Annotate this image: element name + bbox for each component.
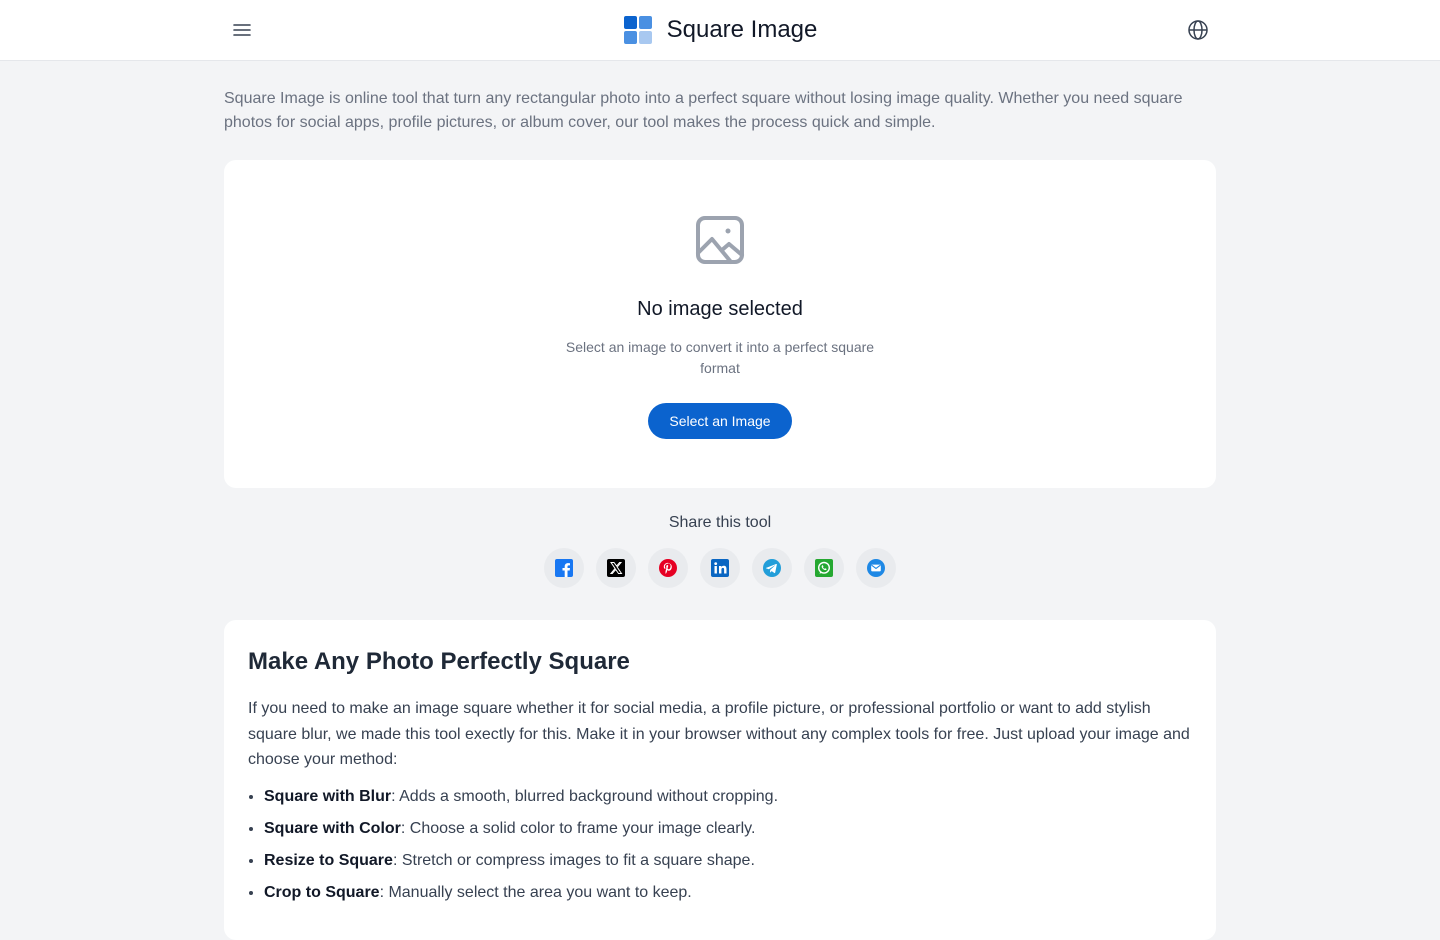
no-image-heading: No image selected <box>637 298 803 320</box>
language-button[interactable] <box>1182 14 1214 46</box>
share-pinterest-button[interactable] <box>648 548 688 588</box>
list-item: Square with Color: Choose a solid color … <box>264 819 1192 839</box>
facebook-icon <box>555 559 573 577</box>
info-text: If you need to make an image square whet… <box>248 700 1190 768</box>
no-image-subtext: Select an image to convert it into a per… <box>565 339 875 376</box>
share-x-button[interactable] <box>596 548 636 588</box>
method-name: Square with Color <box>264 819 401 837</box>
globe-icon <box>1188 20 1208 40</box>
share-buttons <box>0 548 1440 588</box>
intro-text: Square Image is online tool that turn an… <box>224 90 1183 131</box>
share-whatsapp-button[interactable] <box>804 548 844 588</box>
x-icon <box>607 559 625 577</box>
select-image-button[interactable]: Select an Image <box>648 403 792 439</box>
share-title: Share this tool <box>668 514 772 531</box>
email-icon <box>867 559 885 577</box>
linkedin-icon <box>711 559 729 577</box>
whatsapp-icon <box>815 559 833 577</box>
method-list: Square with Blur: Adds a smooth, blurred… <box>248 787 1192 903</box>
pinterest-icon <box>659 559 677 577</box>
menu-button[interactable] <box>226 14 258 46</box>
list-item: Square with Blur: Adds a smooth, blurred… <box>264 787 1192 807</box>
share-telegram-button[interactable] <box>752 548 792 588</box>
share-linkedin-button[interactable] <box>700 548 740 588</box>
method-desc: : Stretch or compress images to fit a sq… <box>392 851 755 869</box>
info-card: Make Any Photo Perfectly Square If you n… <box>224 620 1216 940</box>
hamburger-menu-icon <box>233 24 251 36</box>
upload-card: No image selected Select an image to con… <box>224 160 1216 488</box>
method-desc: : Choose a solid color to frame your ima… <box>400 819 756 837</box>
info-title: Make Any Photo Perfectly Square <box>248 648 630 675</box>
method-name: Resize to Square <box>264 851 393 869</box>
method-name: Square with Blur <box>264 787 392 805</box>
list-item: Resize to Square: Stretch or compress im… <box>264 851 1192 871</box>
method-name: Crop to Square <box>264 883 380 901</box>
telegram-icon <box>763 559 781 577</box>
brand: Square Image <box>0 0 1440 60</box>
grid-squares-logo-icon[interactable] <box>623 15 653 45</box>
share-email-button[interactable] <box>856 548 896 588</box>
top-bar: Square Image <box>0 0 1440 61</box>
method-desc: : Adds a smooth, blurred background with… <box>391 787 779 805</box>
share-facebook-button[interactable] <box>544 548 584 588</box>
method-desc: : Manually select the area you want to k… <box>379 883 692 901</box>
image-placeholder-icon <box>696 216 744 264</box>
app-title[interactable]: Square Image <box>667 16 818 44</box>
